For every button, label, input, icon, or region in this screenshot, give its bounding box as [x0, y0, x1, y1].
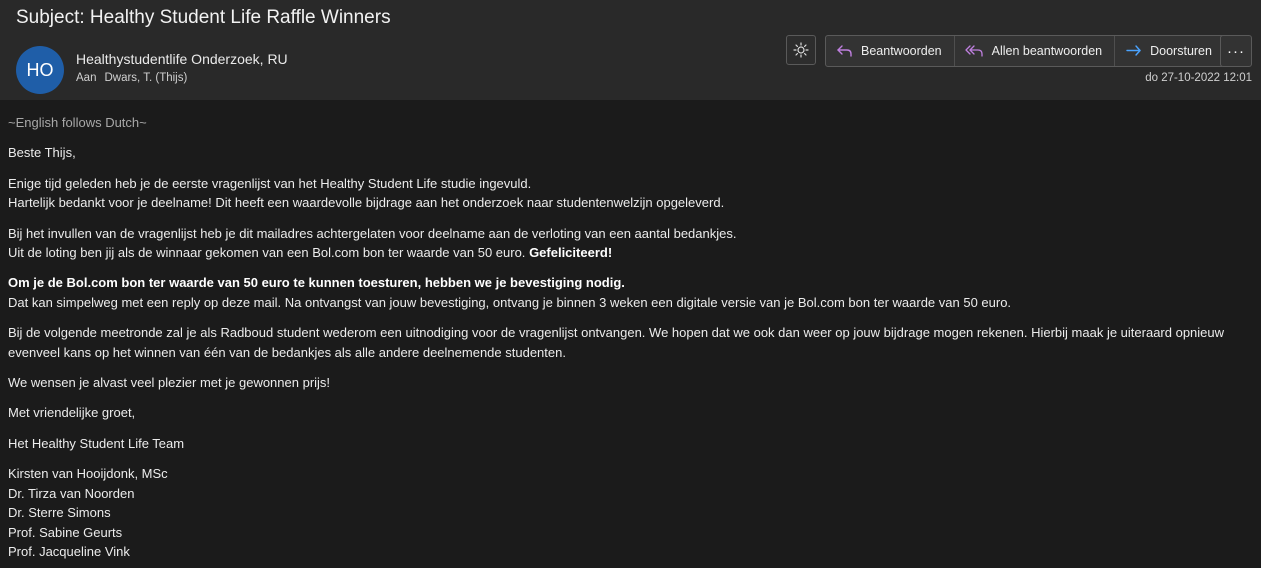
message-body: ~English follows Dutch~ Beste Thijs, Eni…	[0, 100, 1256, 568]
recipient-line: Aan Dwars, T. (Thijs)	[76, 72, 187, 84]
forward-icon	[1126, 45, 1141, 56]
paragraph-thanks: Enige tijd geleden heb je de eerste vrag…	[8, 174, 1248, 213]
reply-button[interactable]: Beantwoorden	[826, 36, 955, 66]
text-line: Dat kan simpelweg met een reply op deze …	[8, 294, 1012, 310]
received-date: do 27-10-2022 12:01	[1145, 72, 1252, 84]
greeting: Beste Thijs,	[8, 145, 76, 161]
sun-icon	[793, 42, 809, 58]
paragraph-raffle: Bij het invullen van de vragenlijst heb …	[8, 224, 1248, 263]
scrollbar[interactable]	[1256, 100, 1261, 568]
signature-name: Prof. Sabine Geurts	[8, 524, 123, 540]
paragraph-next-round: Bij de volgende meetronde zal je als Rad…	[8, 325, 1225, 360]
sender-avatar[interactable]: HO	[16, 46, 64, 94]
text-line: Hartelijk bedankt voor je deelname! Dit …	[8, 195, 725, 211]
signature-name: Dr. Sterre Simons	[8, 505, 111, 521]
forward-button[interactable]: Doorsturen	[1115, 36, 1224, 66]
reply-all-label: Allen beantwoorden	[991, 44, 1103, 58]
reply-all-button[interactable]: Allen beantwoorden	[955, 36, 1116, 66]
theme-toggle-button[interactable]	[786, 35, 816, 65]
closing: Met vriendelijke groet,	[8, 405, 136, 421]
forward-label: Doorsturen	[1150, 44, 1212, 58]
signature-name: Dr. Tirza van Noorden	[8, 485, 135, 501]
email-subject: Subject: Healthy Student Life Raffle Win…	[16, 7, 391, 28]
message-actions: Beantwoorden Allen beantwoorden Doorstur…	[825, 35, 1225, 67]
text-line: Bij het invullen van de vragenlijst heb …	[8, 225, 737, 241]
recipient-name[interactable]: Dwars, T. (Thijs)	[104, 72, 187, 84]
email-reading-pane: Subject: Healthy Student Life Raffle Win…	[0, 0, 1261, 568]
team-name: Het Healthy Student Life Team	[8, 435, 185, 451]
message-content: ~English follows Dutch~ Beste Thijs, Eni…	[8, 113, 1248, 561]
language-note: ~English follows Dutch~	[8, 115, 147, 130]
sender-name[interactable]: Healthystudentlife Onderzoek, RU	[76, 51, 288, 67]
paragraph-confirmation: Om je de Bol.com bon ter waarde van 50 e…	[8, 273, 1248, 312]
text-line: Enige tijd geleden heb je de eerste vrag…	[8, 175, 532, 191]
signature-list: Kirsten van Hooijdonk, MSc Dr. Tirza van…	[8, 464, 1248, 561]
congrats-text: Gefeliciteerd!	[529, 245, 613, 261]
paragraph-wishes: We wensen je alvast veel plezier met je …	[8, 375, 331, 391]
more-actions-button[interactable]: ···	[1220, 35, 1252, 67]
confirmation-request: Om je de Bol.com bon ter waarde van 50 e…	[8, 275, 625, 291]
reply-icon	[837, 45, 852, 57]
text-line: Uit de loting ben jij als de winnaar gek…	[8, 245, 526, 261]
reply-label: Beantwoorden	[861, 44, 942, 58]
signature-name: Prof. Jacqueline Vink	[8, 543, 130, 559]
signature-name: Kirsten van Hooijdonk, MSc	[8, 466, 168, 482]
reply-all-icon	[964, 45, 983, 57]
to-label: Aan	[76, 72, 97, 84]
